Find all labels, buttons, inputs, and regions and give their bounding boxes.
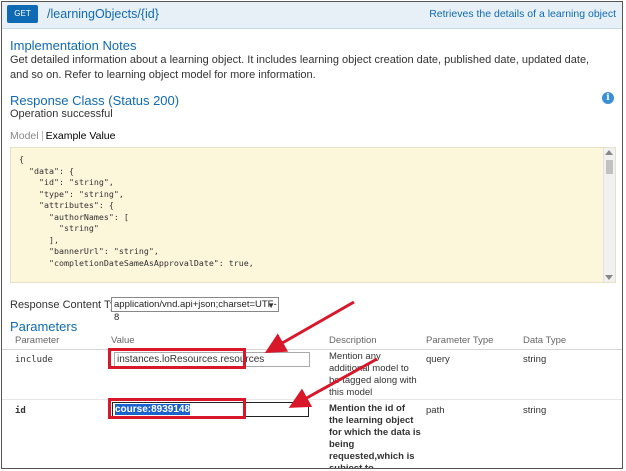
http-method-badge[interactable]: GET	[7, 5, 38, 23]
arrow-to-include	[264, 300, 355, 353]
api-operation-panel: GET /learningObjects/{id} Retrieves the …	[1, 1, 623, 469]
endpoint-summary[interactable]: Retrieves the details of a learning obje…	[429, 6, 616, 22]
operation-body: Implementation Notes Get detailed inform…	[2, 29, 622, 468]
arrow-to-id	[288, 357, 378, 408]
annotation-arrows	[264, 300, 378, 408]
endpoint-path[interactable]: /learningObjects/{id}	[47, 5, 159, 23]
operation-header[interactable]: GET /learningObjects/{id} Retrieves the …	[2, 2, 622, 29]
